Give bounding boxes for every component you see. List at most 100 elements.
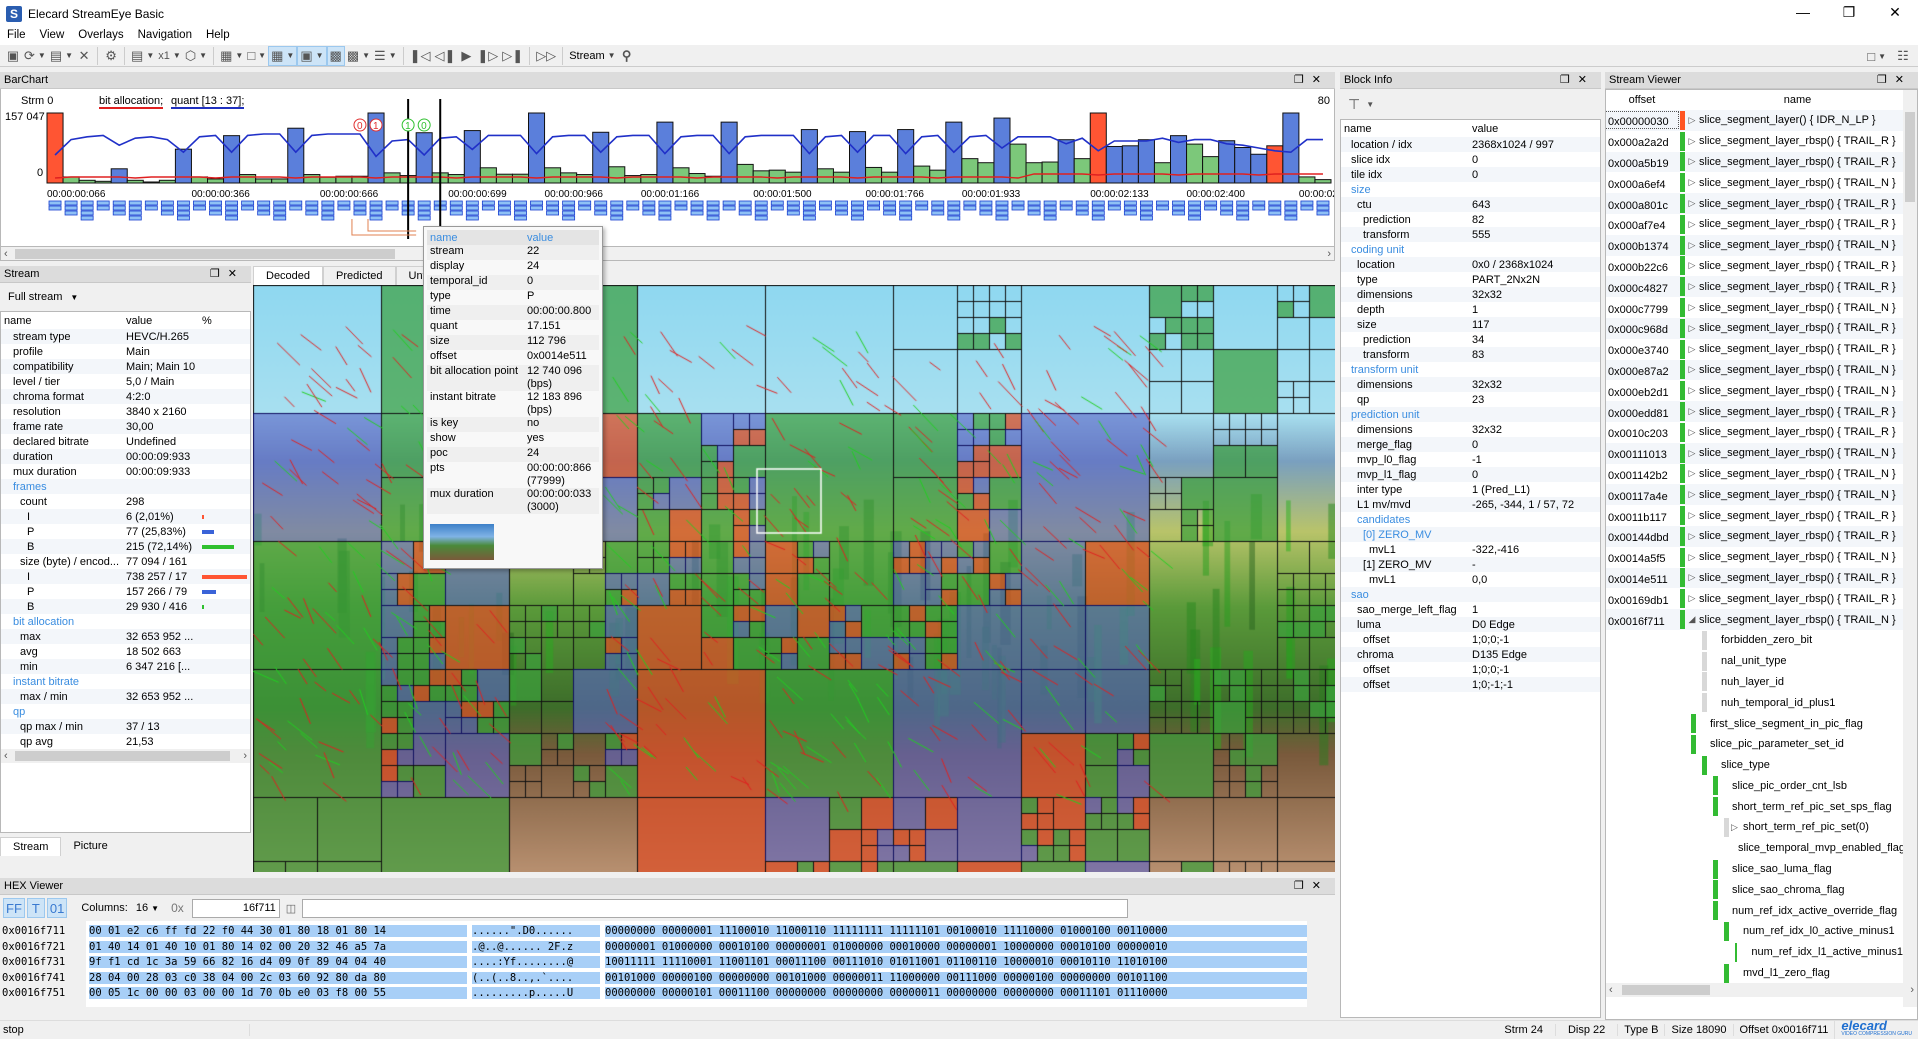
block-info-row[interactable]: dimensions 32x32 xyxy=(1341,377,1600,392)
prev-frame-icon[interactable]: ◁❚ xyxy=(433,46,458,66)
overlay-ctu-icon[interactable]: ▩ xyxy=(326,45,345,66)
stream-table-row[interactable]: duration 00:00:09:933 xyxy=(1,449,250,464)
stream-table-row[interactable]: frame rate 30,00 xyxy=(1,419,250,434)
binary-mode-button[interactable]: 01 xyxy=(46,898,68,918)
frame-bar-P[interactable] xyxy=(993,117,1011,184)
frame-bar-I[interactable] xyxy=(46,112,64,184)
frame-bar-B[interactable] xyxy=(1041,161,1059,184)
stream-table-row[interactable]: P 77 (25,83%) xyxy=(1,524,250,539)
syntax-element-row[interactable]: first_slice_segment_in_pic_flag xyxy=(1606,713,1903,734)
expand-icon[interactable]: ▷ xyxy=(1685,344,1699,355)
frame-bar-B[interactable] xyxy=(1025,162,1043,184)
frame-bar-P[interactable] xyxy=(223,135,241,184)
stream-table-row[interactable]: size (byte) / encod... 77 094 / 161 xyxy=(1,554,250,569)
frame-bar-B[interactable] xyxy=(560,172,578,184)
expand-icon[interactable]: ▷ xyxy=(1685,406,1699,417)
float-icon[interactable]: ❐ xyxy=(1294,880,1312,892)
frame-bar-P[interactable] xyxy=(592,131,610,184)
stream-table-row[interactable]: instant bitrate xyxy=(1,674,250,689)
stream-scope-dropdown[interactable]: Full stream ▼ xyxy=(0,283,251,311)
stream-dropdown[interactable]: Stream ▼ xyxy=(567,46,617,66)
block-info-row[interactable]: tile idx 0 xyxy=(1341,167,1600,182)
hex-vscroll[interactable] xyxy=(1307,921,1321,1007)
expand-icon[interactable]: ▷ xyxy=(1685,489,1699,500)
frame-bar-P[interactable] xyxy=(800,129,818,184)
expand-icon[interactable]: ▷ xyxy=(1685,219,1699,230)
nal-unit-row[interactable]: 0x000c7799 ▷ slice_segment_layer_rbsp() { … xyxy=(1606,297,1903,318)
hex-binary[interactable]: 00000001 01000000 00010100 00000001 0100… xyxy=(605,940,1317,953)
play-icon[interactable]: ▶ xyxy=(457,46,475,66)
frame-bar-B[interactable] xyxy=(1186,143,1204,184)
close-icon[interactable]: ✕ xyxy=(1312,74,1329,86)
expand-icon[interactable]: ▷ xyxy=(1731,822,1743,833)
col-percent[interactable]: % xyxy=(202,315,212,327)
syntax-element-row[interactable]: slice_sao_luma_flag xyxy=(1606,859,1903,880)
block-info-row[interactable]: transform 555 xyxy=(1341,227,1600,242)
frame-bar-P[interactable] xyxy=(1057,139,1075,184)
hex-bytes[interactable]: 28 04 00 28 03 c0 38 04 00 2c 03 60 92 8… xyxy=(89,971,467,984)
frame-bar-P[interactable] xyxy=(463,130,481,184)
maximize-button[interactable]: ❐ xyxy=(1826,0,1872,27)
frame-bar-B[interactable] xyxy=(736,163,754,184)
columns-dropdown[interactable]: 16 ▼ xyxy=(136,902,159,914)
block-info-row[interactable]: offset 1;0;-1;-1 xyxy=(1341,677,1600,692)
layout-grid-icon[interactable]: ☷ xyxy=(1894,46,1912,66)
stream-table-row[interactable]: level / tier 5,0 / Main xyxy=(1,374,250,389)
hex-mode-button[interactable]: FF xyxy=(3,898,25,918)
block-info-row[interactable]: mvL1 -322,-416 xyxy=(1341,542,1600,557)
float-icon[interactable]: ❐ xyxy=(210,268,228,280)
hex-ascii[interactable]: (..(..8..,.`.... xyxy=(472,971,600,984)
hex-binary[interactable]: 00000000 00000001 11100010 11000110 1111… xyxy=(605,925,1317,937)
nal-unit-row[interactable]: 0x00111013 ▷ slice_segment_layer_rbsp() { … xyxy=(1606,442,1903,464)
nal-unit-row[interactable]: 0x000a6ef4 ▷ slice_segment_layer_rbsp() { … xyxy=(1606,172,1903,194)
block-info-row[interactable]: transform unit xyxy=(1341,362,1600,377)
syntax-element-row[interactable]: num_ref_idx_l1_active_minus1 xyxy=(1606,942,1903,963)
stream-table-row[interactable]: I 6 (2,01%) xyxy=(1,509,250,524)
expand-icon[interactable]: ▷ xyxy=(1685,177,1699,188)
block-info-row[interactable]: dimensions 32x32 xyxy=(1341,287,1600,302)
block-info-row[interactable]: size xyxy=(1341,182,1600,197)
col-offset[interactable]: offset xyxy=(1606,94,1678,106)
menu-view[interactable]: View xyxy=(33,27,72,45)
first-frame-icon[interactable]: ❚◁ xyxy=(408,46,433,66)
stream-table-row[interactable]: avg 18 502 663 xyxy=(1,644,250,659)
syntax-element-row[interactable]: num_ref_idx_active_override_flag xyxy=(1606,900,1903,921)
frame-bar-B[interactable] xyxy=(672,167,690,184)
frame-bar-B[interactable] xyxy=(479,167,497,184)
block-info-row[interactable]: prediction unit xyxy=(1341,407,1600,422)
syntax-element-row[interactable]: short_term_ref_pic_set_sps_flag xyxy=(1606,796,1903,817)
syntax-element-row[interactable]: slice_temporal_mvp_enabled_flag xyxy=(1606,838,1905,859)
nal-unit-row[interactable]: 0x000c968d ▷ slice_segment_layer_rbsp() { … xyxy=(1606,317,1903,339)
nal-unit-row[interactable]: 0x0016f711 ◢ slice_segment_layer_rbsp() { … xyxy=(1606,609,1903,630)
close-window-button[interactable]: ✕ xyxy=(1872,0,1918,27)
frame-bar-B[interactable] xyxy=(1314,179,1332,184)
block-info-row[interactable]: prediction 82 xyxy=(1341,212,1600,227)
stream-table-row[interactable]: min 6 347 216 [... xyxy=(1,659,250,674)
stream-table-row[interactable]: count 298 xyxy=(1,494,250,509)
frame-bar-B[interactable] xyxy=(447,174,465,184)
text-format-dropdown[interactable]: ⊤ ▼ xyxy=(1340,89,1601,119)
syntax-element-row[interactable]: slice_type xyxy=(1606,755,1903,776)
menu-navigation[interactable]: Navigation xyxy=(131,27,199,45)
nal-unit-row[interactable]: 0x00169db1 ▷ slice_segment_layer_rbsp() { … xyxy=(1606,588,1903,610)
block-info-row[interactable]: mvp_l0_flag -1 xyxy=(1341,452,1600,467)
stream-table-row[interactable]: B 215 (72,14%) xyxy=(1,539,250,554)
block-info-row[interactable]: [1] ZERO_MV - xyxy=(1341,557,1600,572)
nal-unit-row[interactable]: 0x00144dbd ▷ slice_segment_layer_rbsp() { … xyxy=(1606,525,1903,547)
hex-ascii[interactable]: ......".D0...... xyxy=(472,925,600,937)
stream-table-row[interactable]: mux duration 00:00:09:933 xyxy=(1,464,250,479)
float-icon[interactable]: ❐ xyxy=(1877,74,1895,86)
menu-file[interactable]: File xyxy=(0,27,33,45)
frame-bar-B[interactable] xyxy=(1298,176,1316,184)
reload-icon[interactable]: ⟳ ▼ xyxy=(22,46,48,66)
stream-table-row[interactable]: max / min 32 653 952 ... xyxy=(1,689,250,704)
frame-bar-B[interactable] xyxy=(78,179,96,184)
search-icon[interactable]: ⚲ xyxy=(618,46,636,66)
goto-icon[interactable]: ◫ xyxy=(286,902,296,915)
block-info-row[interactable]: mvp_l1_flag 0 xyxy=(1341,467,1600,482)
overlay-blocks-icon[interactable]: ▦ ▼ xyxy=(218,46,245,66)
block-info-row[interactable]: L1 mv/mvd -265, -344, 1 / 57, 72 xyxy=(1341,497,1600,512)
stream-table-row[interactable]: bit allocation xyxy=(1,614,250,629)
overlay-pattern-icon[interactable]: ▩ ▼ xyxy=(345,46,372,66)
frame-bar-B[interactable] xyxy=(158,179,176,184)
